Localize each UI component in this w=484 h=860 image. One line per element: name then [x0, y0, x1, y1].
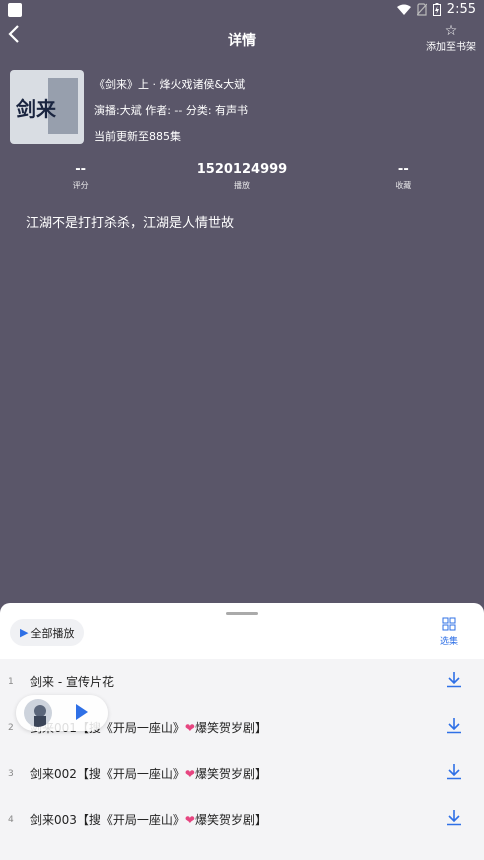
cover-title-text: 剑来 — [15, 97, 57, 121]
stat-favorites-label: 收藏 — [395, 181, 412, 190]
add-to-shelf-label: 添加至书架 — [426, 42, 476, 53]
wifi-icon — [396, 4, 411, 15]
header: 详情 ☆ 添加至书架 — [0, 22, 484, 56]
episode-number: 1 — [8, 677, 14, 687]
download-button[interactable] — [446, 671, 462, 692]
stat-plays-value: 1520124999 — [196, 162, 288, 177]
download-icon — [447, 718, 461, 734]
mini-player[interactable] — [16, 695, 108, 731]
status-icons: 2:55 — [396, 2, 476, 17]
mini-player-cover — [24, 699, 52, 727]
download-icon — [447, 764, 461, 780]
mini-play-button[interactable] — [74, 703, 90, 725]
notification-icon — [8, 3, 22, 17]
book-cast: 演播:大斌 作者: -- 分类: 有声书 — [94, 104, 249, 117]
stat-rating-label: 评分 — [72, 181, 89, 190]
stats-row: -- 评分 1520124999 播放 -- 收藏 — [0, 162, 484, 191]
status-time: 2:55 — [446, 2, 476, 17]
page-title: 详情 — [228, 33, 256, 49]
status-bar: 2:55 — [0, 0, 484, 22]
stat-favorites-value: -- — [397, 162, 409, 177]
book-title: 《剑来》上 · 烽火戏诸侯&大斌 — [94, 78, 246, 91]
battery-icon — [432, 3, 441, 16]
download-button[interactable] — [446, 763, 462, 784]
download-button[interactable] — [446, 809, 462, 830]
sheet-handle[interactable] — [226, 612, 258, 615]
stat-rating: -- 评分 — [0, 162, 161, 191]
add-to-shelf-button[interactable]: ☆ 添加至书架 — [426, 24, 476, 53]
play-icon: ▶ — [20, 626, 29, 639]
heart-icon: ❤ — [184, 721, 195, 735]
heart-icon: ❤ — [184, 767, 195, 781]
star-icon: ☆ — [444, 23, 458, 39]
play-icon — [76, 704, 88, 720]
stat-plays-label: 播放 — [233, 181, 250, 190]
download-button[interactable] — [446, 717, 462, 738]
heart-icon: ❤ — [184, 813, 195, 827]
episode-title: 剑来002【搜《开局一座山》❤爆笑贺岁剧】 — [30, 767, 267, 781]
stat-plays: 1520124999 播放 — [161, 162, 322, 191]
episode-sheet: ▶ 全部播放 选集 1 剑来 - 宣传片花 2 剑来001【搜《开局一座山》❤爆… — [0, 603, 484, 860]
no-sim-icon — [416, 3, 427, 16]
book-cover: 剑来 — [10, 70, 84, 144]
episode-title: 剑来003【搜《开局一座山》❤爆笑贺岁剧】 — [30, 813, 267, 827]
grid-icon — [442, 617, 456, 631]
episode-number: 2 — [8, 723, 14, 733]
episode-title: 剑来 - 宣传片花 — [30, 675, 114, 689]
book-update: 当前更新至885集 — [94, 130, 181, 143]
episode-number: 4 — [8, 815, 14, 825]
list-item[interactable]: 4 剑来003【搜《开局一座山》❤爆笑贺岁剧】 — [0, 797, 484, 843]
play-all-label: 全部播放 — [30, 626, 75, 640]
stat-favorites: -- 收藏 — [323, 162, 484, 191]
play-all-button[interactable]: ▶ 全部播放 — [10, 619, 85, 646]
episode-list: 1 剑来 - 宣传片花 2 剑来001【搜《开局一座山》❤爆笑贺岁剧】 3 剑来… — [0, 659, 484, 860]
select-episodes-button[interactable]: 选集 — [440, 617, 458, 647]
download-icon — [447, 810, 461, 826]
book-meta: 《剑来》上 · 烽火戏诸侯&大斌 演播:大斌 作者: -- 分类: 有声书 当前… — [94, 76, 248, 154]
description: 江湖不是打打杀杀，江湖是人情世故 — [26, 216, 235, 231]
stat-rating-value: -- — [75, 162, 87, 177]
download-icon — [447, 672, 461, 688]
list-item[interactable]: 3 剑来002【搜《开局一座山》❤爆笑贺岁剧】 — [0, 751, 484, 797]
episode-number: 3 — [8, 769, 14, 779]
select-episodes-label: 选集 — [439, 637, 458, 647]
